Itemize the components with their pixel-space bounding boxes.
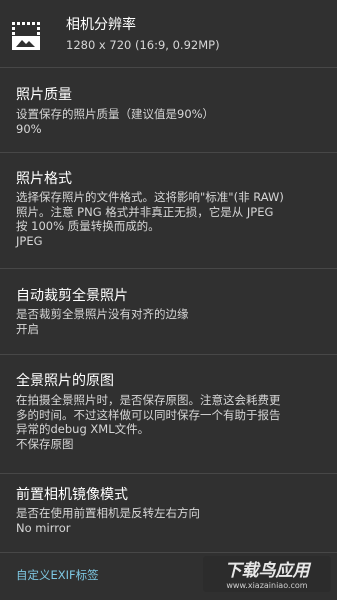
panorama-original-title: 全景照片的原图 [16,373,114,389]
auto-crop-panorama-summary: 是否裁剪全景照片没有对齐的边缘 [16,307,189,321]
svg-text:下载鸟应用: 下载鸟应用 [225,561,312,581]
photo-quality-summary: 设置保存的照片质量（建议值是90%） [16,107,215,121]
auto-crop-panorama-title: 自动裁剪全景照片 [16,288,128,304]
panorama-original-summary: 在拍摄全景照片时，是否保存原图。注意这会耗费更 多的时间。不过这样做可以同时保存… [16,393,281,436]
panorama-original-value: 不保存原图 [16,437,74,451]
front-camera-mirror-preference[interactable]: 前置相机镜像模式 是否在使用前置相机是反转左右方向 No mirror [0,474,337,552]
auto-crop-panorama-value: 开启 [16,322,39,336]
auto-crop-panorama-preference[interactable]: 自动裁剪全景照片 是否裁剪全景照片没有对齐的边缘 开启 [0,269,337,353]
photo-size-select-icon [12,22,40,50]
resolution-title: 相机分辨率 [66,17,136,33]
resolution-preference[interactable]: 相机分辨率 1280 x 720 (16:9, 0.92MP) [0,0,337,67]
front-camera-mirror-value: No mirror [16,521,71,535]
site-watermark-logo: 下载鸟应用 www.xiazainiao.com [203,554,331,594]
photo-format-summary: 选择保存照片的文件格式。这将影响"标准"(非 RAW) 照片。注意 PNG 格式… [16,190,284,233]
photo-quality-title: 照片质量 [16,87,72,103]
settings-screen: 相机分辨率 1280 x 720 (16:9, 0.92MP) 照片质量 设置保… [0,0,337,600]
photo-format-value: JPEG [16,234,43,248]
custom-exif-link[interactable]: 自定义EXIF标签 [16,568,99,582]
divider [0,552,337,553]
photo-quality-preference[interactable]: 照片质量 设置保存的照片质量（建议值是90%） 90% [0,68,337,152]
front-camera-mirror-summary: 是否在使用前置相机是反转左右方向 [16,506,200,520]
photo-format-title: 照片格式 [16,171,72,187]
panorama-original-preference[interactable]: 全景照片的原图 在拍摄全景照片时，是否保存原图。注意这会耗费更 多的时间。不过这… [0,355,337,473]
resolution-summary: 1280 x 720 (16:9, 0.92MP) [66,38,220,52]
photo-quality-value: 90% [16,122,42,136]
photo-format-preference[interactable]: 照片格式 选择保存照片的文件格式。这将影响"标准"(非 RAW) 照片。注意 P… [0,153,337,268]
front-camera-mirror-title: 前置相机镜像模式 [16,487,128,503]
svg-text:www.xiazainiao.com: www.xiazainiao.com [226,581,307,590]
